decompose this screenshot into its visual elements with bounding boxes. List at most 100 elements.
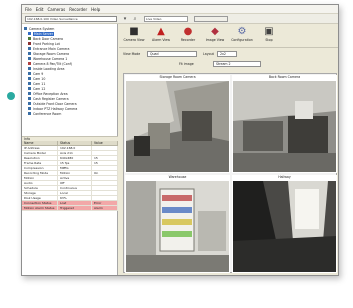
action-button[interactable]: ◆ Image View: [203, 26, 227, 46]
camera-tile[interactable]: Warehouse: [125, 175, 230, 273]
table-cell: [92, 151, 118, 155]
stop-icon: ▣: [264, 26, 274, 37]
table-cell: Triggered: [58, 206, 92, 210]
tree-item-label: Entrance Main Camera: [33, 46, 70, 51]
table-cell: [92, 176, 118, 180]
menu-file[interactable]: File: [25, 5, 32, 13]
action-button[interactable]: ● Recorder: [176, 26, 200, 46]
alert-icon: ▲: [157, 26, 165, 37]
camera-title: Warehouse: [168, 175, 187, 179]
camera-icon: [28, 107, 31, 110]
action-button[interactable]: ⚙ Configuration: [230, 26, 254, 46]
camera-icon: [28, 87, 31, 90]
fit-image-label[interactable]: Fit image: [179, 61, 194, 67]
camera-icon: [24, 27, 27, 30]
header-status[interactable]: Status: [58, 141, 92, 145]
camera-title: Storage Room Camera: [159, 75, 196, 79]
table-cell: Recording Mode: [22, 171, 58, 175]
bullet-dot: [7, 92, 15, 100]
camera-icon: [28, 47, 31, 50]
camera-icon: [28, 52, 31, 55]
table-cell: [92, 191, 118, 195]
address-field[interactable]: 192.168.0.100 Video Surveillance: [25, 16, 117, 22]
app-window: File Edit Cameras Recorder Help 192.168.…: [21, 4, 339, 276]
camera-feed[interactable]: [233, 181, 336, 272]
camera-feed[interactable]: [126, 81, 229, 172]
table-cell: Active: [58, 176, 92, 180]
table-cell: Schedule: [22, 186, 58, 190]
camera-tile[interactable]: Hallway: [232, 175, 337, 273]
camera-icon: [28, 42, 31, 45]
table-row[interactable]: Motion Alarm Status Triggered Alarm: [22, 206, 118, 211]
camera-tree: Camera System Main Server Back Door Camera…: [22, 24, 118, 129]
table-cell: [92, 146, 118, 150]
tree-item-label: Front Parking Lot: [33, 41, 60, 46]
camera-icon: [28, 82, 31, 85]
search-icon[interactable]: ⌕: [130, 15, 140, 23]
record-icon: ●: [183, 26, 193, 37]
refresh-field[interactable]: [194, 16, 228, 22]
header-name[interactable]: Name: [22, 141, 58, 145]
image-icon: ◆: [211, 26, 219, 37]
tree-item-label: Camera System: [29, 26, 55, 31]
tree-item[interactable]: Conference Room: [22, 111, 118, 116]
tree-item-label: Inside Loading Area: [33, 66, 65, 71]
camera-title: Hallway: [278, 175, 291, 179]
table-cell: Disk Usage: [22, 196, 58, 200]
properties-table: IP Address 192.168.0 Camera Model Axis 211 R…: [22, 146, 118, 211]
tree-item-label: Cash Register Camera: [33, 96, 69, 101]
layout-select[interactable]: 2x2: [217, 51, 237, 57]
camera-tile[interactable]: Back Room Camera: [232, 75, 337, 173]
table-cell: [92, 166, 118, 170]
left-panel: Camera System Main Server Back Door Camera…: [22, 24, 118, 275]
stream-select[interactable]: Stream 2: [213, 61, 261, 67]
camera-icon: [28, 92, 31, 95]
menu-help[interactable]: Help: [91, 5, 100, 13]
camera-feed[interactable]: [233, 81, 336, 172]
tree-item-label: Storage Room Camera: [33, 51, 70, 56]
table-cell: MPEG: [58, 166, 92, 170]
menu-edit[interactable]: Edit: [36, 5, 44, 13]
view-mode-select[interactable]: Quad: [147, 51, 197, 57]
config-icon: ⚙: [237, 26, 247, 37]
camera-feed[interactable]: [126, 181, 229, 272]
table-cell: Continuous: [58, 186, 92, 190]
menu-cameras[interactable]: Cameras: [47, 5, 65, 13]
tree-item-label: Cam 12: [33, 86, 46, 91]
action-label: Configuration: [231, 38, 253, 42]
table-cell: [92, 181, 118, 185]
tree-item-label: Cam 11: [33, 81, 46, 86]
camera-icon: [28, 57, 31, 60]
menu-recorder[interactable]: Recorder: [69, 5, 87, 13]
tree-item-label: Camera 8 Pan/Tilt (Conf): [33, 61, 73, 66]
camera-icon: [28, 37, 31, 40]
action-button[interactable]: ▲ Alarm View: [149, 26, 173, 46]
action-toolbar: ■ Camera View ▲ Alarm View ● Recorder ◆ Image V…: [119, 24, 338, 48]
table-cell: Resolution: [22, 156, 58, 160]
action-label: Camera View: [123, 38, 145, 42]
table-cell: Audio: [22, 181, 58, 185]
table-cell: Local: [58, 191, 92, 195]
camera-icon: [28, 112, 31, 115]
table-cell: Axis 211: [58, 151, 92, 155]
table-cell: 192.168.0: [58, 146, 92, 150]
table-cell: Camera Model: [22, 151, 58, 155]
camera-icon: [28, 97, 31, 100]
tree-item-label: Back Door Camera: [33, 36, 63, 41]
table-cell: Off: [58, 181, 92, 185]
action-button[interactable]: ▣ Stop: [257, 26, 281, 46]
camera-tile[interactable]: Storage Room Camera: [125, 75, 230, 173]
table-cell: Motion: [22, 176, 58, 180]
right-panel: ■ Camera View ▲ Alarm View ● Recorder ◆ Image V…: [119, 24, 338, 275]
action-button[interactable]: ■ Camera View: [122, 26, 146, 46]
table-cell: Motion Alarm Status: [22, 206, 58, 210]
dropdown-arrow-icon[interactable]: ▾: [120, 15, 130, 23]
table-cell: [92, 186, 118, 190]
table-cell: Alarm: [92, 206, 118, 210]
tree-item-label: Main Server: [33, 31, 55, 36]
table-cell: Compression: [22, 166, 58, 170]
header-value[interactable]: Value: [92, 141, 118, 145]
action-label: Recorder: [180, 38, 196, 42]
table-cell: IP Address: [22, 146, 58, 150]
view-field[interactable]: Live Video: [144, 16, 188, 22]
